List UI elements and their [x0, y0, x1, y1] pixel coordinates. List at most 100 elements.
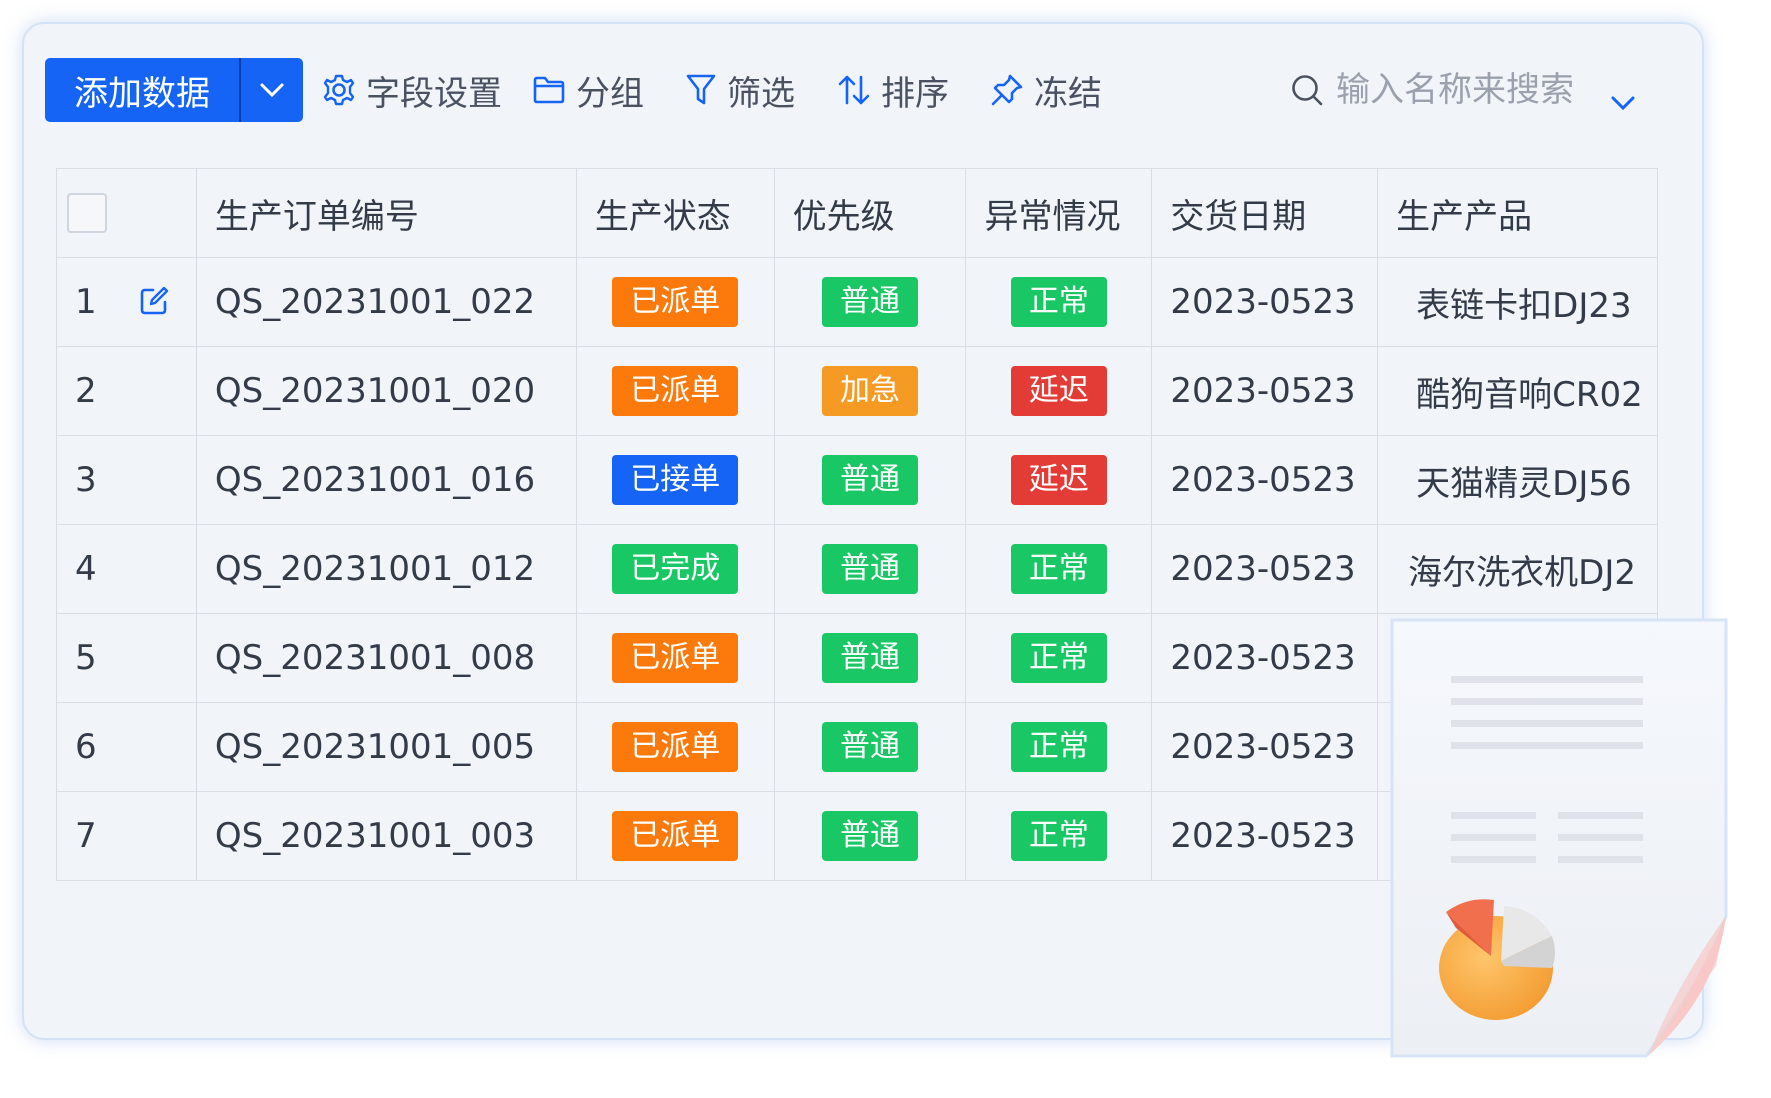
folder-icon: [533, 76, 565, 104]
date-cell: 2023-0523: [1151, 435, 1379, 525]
select-all-checkbox[interactable]: [67, 193, 107, 233]
chevron-down-icon[interactable]: [1610, 95, 1636, 111]
status-cell: 已派单: [575, 702, 775, 792]
row-index: 2: [56, 346, 197, 436]
priority-cell: 普通: [773, 791, 967, 881]
order-number-cell: QS_20231001_022: [195, 257, 577, 347]
status-badge: 已派单: [612, 366, 739, 416]
date-cell: 2023-0523: [1151, 791, 1379, 881]
order-number-cell: QS_20231001_003: [195, 791, 577, 881]
priority-badge: 加急: [822, 366, 919, 416]
priority-badge: 普通: [822, 544, 919, 594]
search-box[interactable]: [1290, 58, 1588, 122]
order-number-cell: QS_20231001_020: [195, 346, 577, 436]
gear-icon: [323, 74, 355, 106]
priority-badge: 普通: [822, 722, 919, 772]
exception-cell: 正常: [965, 702, 1153, 792]
row-index: 7: [56, 791, 197, 881]
group-label: 分组: [576, 73, 644, 114]
table-row[interactable]: 4 QS_20231001_012 已完成 普通 正常 2023-0523 海尔…: [56, 524, 1658, 614]
row-index: 4: [56, 524, 197, 614]
exception-badge: 正常: [1010, 811, 1107, 861]
field-settings-label: 字段设置: [366, 73, 502, 114]
row-index: 1: [56, 257, 197, 347]
priority-badge: 普通: [822, 811, 919, 861]
row-index: 5: [56, 613, 197, 703]
product-cell: 天猫精灵DJ56: [1377, 435, 1658, 525]
order-number-cell: QS_20231001_016: [195, 435, 577, 525]
status-badge: 已派单: [612, 811, 739, 861]
search-input[interactable]: [1334, 69, 1588, 111]
date-cell: 2023-0523: [1151, 702, 1379, 792]
exception-badge: 延迟: [1010, 455, 1107, 505]
select-all-cell: [56, 168, 197, 258]
priority-cell: 加急: [773, 346, 967, 436]
status-cell: 已派单: [575, 613, 775, 703]
date-cell: 2023-0523: [1151, 257, 1379, 347]
product-cell: 海尔洗衣机DJ2: [1377, 524, 1658, 614]
filter-icon: [686, 74, 716, 105]
sort-label: 排序: [881, 73, 949, 114]
header-delivery-date[interactable]: 交货日期: [1151, 168, 1379, 258]
table-row[interactable]: 1 QS_20231001_022 已派单 普通 正常 2023-0523 表链…: [56, 257, 1658, 347]
status-badge: 已完成: [612, 544, 739, 594]
pin-icon: [991, 74, 1023, 106]
table-header-row: 生产订单编号 生产状态 优先级 异常情况 交货日期 生产产品: [56, 168, 1658, 258]
exception-badge: 延迟: [1010, 366, 1107, 416]
edit-icon[interactable]: [139, 286, 169, 316]
exception-badge: 正常: [1010, 277, 1107, 327]
sort-button[interactable]: 排序: [837, 58, 949, 122]
priority-badge: 普通: [822, 455, 919, 505]
priority-badge: 普通: [822, 277, 919, 327]
header-priority[interactable]: 优先级: [773, 168, 967, 258]
exception-cell: 正常: [965, 613, 1153, 703]
chevron-down-icon: [260, 83, 284, 98]
header-order-number[interactable]: 生产订单编号: [195, 168, 577, 258]
status-badge: 已派单: [612, 633, 739, 683]
date-cell: 2023-0523: [1151, 613, 1379, 703]
priority-badge: 普通: [822, 633, 919, 683]
exception-cell: 正常: [965, 791, 1153, 881]
table-row[interactable]: 2 QS_20231001_020 已派单 加急 延迟 2023-0523 酷狗…: [56, 346, 1658, 436]
exception-cell: 延迟: [965, 346, 1153, 436]
row-index: 6: [56, 702, 197, 792]
exception-cell: 正常: [965, 257, 1153, 347]
date-cell: 2023-0523: [1151, 346, 1379, 436]
add-data-dropdown-button[interactable]: [241, 58, 303, 122]
order-number-cell: QS_20231001_012: [195, 524, 577, 614]
table-row[interactable]: 3 QS_20231001_016 已接单 普通 延迟 2023-0523 天猫…: [56, 435, 1658, 525]
order-number-cell: QS_20231001_005: [195, 702, 577, 792]
filter-button[interactable]: 筛选: [685, 58, 795, 122]
status-badge: 已派单: [612, 277, 739, 327]
add-data-button[interactable]: 添加数据: [45, 58, 239, 122]
priority-cell: 普通: [773, 435, 967, 525]
priority-cell: 普通: [773, 257, 967, 347]
header-product[interactable]: 生产产品: [1377, 168, 1658, 258]
order-number-cell: QS_20231001_008: [195, 613, 577, 703]
header-production-status[interactable]: 生产状态: [575, 168, 775, 258]
status-badge: 已接单: [612, 455, 739, 505]
exception-cell: 延迟: [965, 435, 1153, 525]
freeze-button[interactable]: 冻结: [990, 58, 1102, 122]
row-index: 3: [56, 435, 197, 525]
product-cell: 酷狗音响CR02: [1377, 346, 1658, 436]
status-cell: 已派单: [575, 346, 775, 436]
exception-badge: 正常: [1010, 722, 1107, 772]
field-settings-button[interactable]: 字段设置: [322, 58, 502, 122]
toolbar: 添加数据 字段设置 分组 筛选 排序 冻结 输入名称来搜索: [45, 58, 1665, 124]
exception-badge: 正常: [1010, 544, 1107, 594]
priority-cell: 普通: [773, 613, 967, 703]
status-cell: 已接单: [575, 435, 775, 525]
exception-cell: 正常: [965, 524, 1153, 614]
date-cell: 2023-0523: [1151, 524, 1379, 614]
sort-icon: [838, 75, 870, 105]
filter-label: 筛选: [727, 73, 795, 114]
add-data-button-group: 添加数据: [45, 58, 303, 122]
status-cell: 已派单: [575, 257, 775, 347]
priority-cell: 普通: [773, 702, 967, 792]
header-exception[interactable]: 异常情况: [965, 168, 1153, 258]
group-button[interactable]: 分组: [532, 58, 644, 122]
freeze-label: 冻结: [1034, 73, 1102, 114]
status-badge: 已派单: [612, 722, 739, 772]
search-icon: [1292, 75, 1323, 106]
